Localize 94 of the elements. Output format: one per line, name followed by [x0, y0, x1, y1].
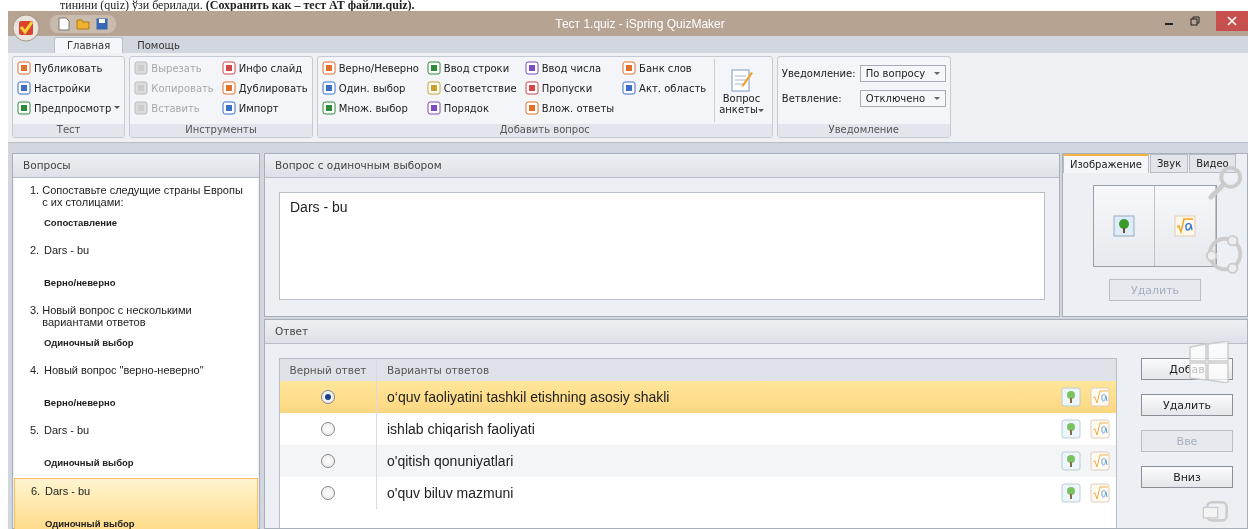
survey-button[interactable]: Вопрос анкеты: [714, 59, 768, 122]
ribbon-button[interactable]: Ввод числа: [524, 59, 615, 77]
tile-icon: [426, 61, 441, 75]
ribbon-button[interactable]: Импорт: [221, 99, 308, 117]
field-label: Ветвление:: [781, 93, 843, 104]
ribbon-tab[interactable]: Помощь: [125, 38, 192, 53]
caret-icon: [933, 96, 940, 101]
caret-icon: [757, 108, 764, 113]
ribbon-button[interactable]: Инфо слайд: [221, 59, 308, 77]
app-logo-icon[interactable]: [12, 13, 40, 42]
group-label: Уведомление: [777, 124, 950, 137]
answer-text: o'quv biluv mazmuni: [387, 485, 515, 501]
ribbon-button[interactable]: Предпросмотр: [17, 99, 121, 117]
question-item[interactable]: 5. Dars - bu Одиночный выбор: [14, 418, 258, 478]
ribbon-button[interactable]: Множ. выбор: [321, 99, 419, 117]
question-item[interactable]: 3. Новый вопрос с несколькими вариантами ответов Одиночный выбор: [14, 298, 258, 358]
tile-icon: [426, 101, 441, 115]
ribbon-button[interactable]: Влож. ответы: [524, 99, 615, 117]
group-label: Инструменты: [130, 124, 312, 137]
tree-picture-icon[interactable]: [1061, 451, 1081, 471]
ribbon-button[interactable]: Публиковать: [17, 59, 121, 77]
ribbon-button[interactable]: Верно/Неверно: [321, 59, 419, 77]
question-item[interactable]: 6. Dars - bu Одиночный выбор: [14, 478, 258, 529]
question-item[interactable]: 2. Dars - bu Верно/неверно: [14, 238, 258, 298]
answer-text: ishlab chiqarish faoliyati: [387, 421, 536, 437]
close-icon: [1227, 16, 1237, 26]
tile-icon: [321, 61, 336, 75]
radio-button[interactable]: [321, 486, 335, 500]
tree-picture-icon[interactable]: [1061, 387, 1081, 407]
answer-action-button[interactable]: Удалить: [1141, 394, 1233, 416]
answer-row[interactable]: o'qitish qonuniyatlari: [280, 445, 1116, 477]
caret-icon: [114, 106, 121, 110]
tile-icon: [221, 101, 236, 115]
tile-icon: [321, 81, 336, 95]
question-item[interactable]: 1. Сопоставьте следущие страны Европы с их столицами: Сопоставление: [14, 178, 258, 238]
new-file-icon[interactable]: [58, 16, 70, 31]
tile-icon: [221, 81, 236, 95]
tile-icon: [524, 81, 539, 95]
tile-icon: [622, 81, 637, 95]
tile-icon: [221, 61, 236, 75]
tile-icon: [426, 81, 441, 95]
ribbon-button[interactable]: Один. выбор: [321, 79, 419, 97]
tile-icon: [134, 61, 149, 75]
formula-icon[interactable]: [1090, 419, 1110, 439]
tree-picture-icon[interactable]: [1061, 483, 1081, 503]
question-item[interactable]: 4. Новый вопрос "верно-неверно" Верно/неверно: [14, 358, 258, 418]
dropdown-field[interactable]: По вопросу: [859, 65, 946, 82]
tile-icon: [17, 101, 31, 115]
answer-row[interactable]: o‘quv faoliyatini tashkil etishning asosiy shakli: [280, 381, 1116, 413]
radio-button[interactable]: [321, 422, 335, 436]
tile-icon: [622, 61, 637, 75]
formula-icon[interactable]: [1090, 483, 1110, 503]
close-button[interactable]: [1216, 11, 1248, 31]
formula-icon[interactable]: [1174, 215, 1196, 237]
field-label: Уведомление:: [781, 68, 856, 79]
ribbon-button[interactable]: Дублировать: [221, 79, 308, 97]
media-tab[interactable]: Изображение: [1063, 154, 1149, 173]
restore-icon[interactable]: [1190, 16, 1200, 26]
tile-icon: [134, 81, 149, 95]
group-label: Добавить вопрос: [317, 124, 772, 137]
tile-icon: [17, 61, 31, 75]
tile-icon: [134, 101, 149, 115]
ribbon-button[interactable]: Пропуски: [524, 79, 615, 97]
notepad-pencil-icon: [729, 66, 754, 93]
media-tab[interactable]: Видео: [1189, 154, 1236, 173]
window-switch-icon: [1202, 501, 1228, 523]
tile-icon: [17, 81, 31, 95]
media-tab[interactable]: Звук: [1149, 154, 1189, 173]
formula-icon[interactable]: [1090, 451, 1110, 471]
radio-button[interactable]: [321, 454, 335, 468]
ribbon-button[interactable]: Настройки: [17, 79, 121, 97]
answer-action-button[interactable]: Вниз: [1141, 466, 1233, 488]
tree-picture-icon[interactable]: [1113, 215, 1135, 237]
answer-text: o'qitish qonuniyatlari: [387, 453, 515, 469]
tree-picture-icon[interactable]: [1061, 419, 1081, 439]
column-header: Варианты ответов: [386, 363, 491, 378]
caret-icon: [933, 71, 940, 76]
ribbon-button[interactable]: Порядок: [426, 99, 517, 117]
document-text: тинини (quiz) ўзи берилади. (Сохранить как – тест АТ файли.quiz).: [59, 0, 416, 11]
tile-icon: [524, 101, 539, 115]
radio-button[interactable]: [321, 390, 335, 404]
tile-icon: [524, 61, 539, 75]
ribbon-button[interactable]: Соответствие: [426, 79, 517, 97]
ribbon-button[interactable]: Банк слов: [622, 59, 707, 77]
formula-icon[interactable]: [1090, 387, 1110, 407]
group-label: Тест: [13, 124, 125, 137]
question-text-field[interactable]: Dars - bu: [279, 192, 1045, 300]
answer-text: o‘quv faoliyatini tashkil etishning asosiy shakli: [387, 389, 671, 405]
tile-icon: [321, 101, 336, 115]
ribbon-button[interactable]: Ввод строки: [426, 59, 517, 77]
ribbon-tab[interactable]: Главная: [54, 37, 124, 53]
dropdown-field[interactable]: Отключено: [859, 90, 946, 107]
window-title: Тест 1.quiz - iSpring QuizMaker: [554, 16, 726, 31]
ribbon-button[interactable]: Акт. область: [622, 79, 707, 97]
